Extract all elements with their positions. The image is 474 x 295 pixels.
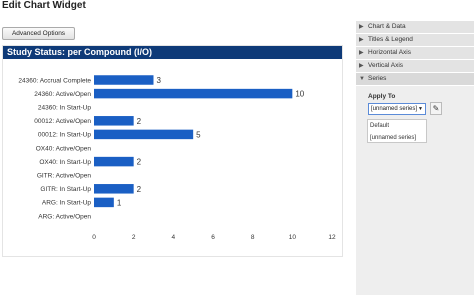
bar: [94, 184, 134, 194]
section-vertical-axis[interactable]: ▶ Vertical Axis: [356, 60, 474, 73]
chart-panel: Study Status: per Compound (I/O) 24360: …: [2, 45, 343, 257]
tick-label: 6: [211, 234, 215, 241]
category-label: OX40: Active/Open: [36, 145, 92, 152]
chevron-right-icon: ▶: [359, 24, 364, 30]
data-label: 2: [137, 117, 142, 126]
bar: [94, 88, 293, 99]
page-title: Edit Chart Widget: [2, 0, 86, 11]
section-label: Chart & Data: [368, 23, 406, 30]
data-label: 2: [137, 185, 142, 194]
dropdown-option-default[interactable]: Default: [368, 120, 426, 132]
series-settings: Apply To [unnamed series] ▼ ✎: [356, 86, 474, 115]
tick-label: 10: [289, 234, 297, 241]
bar: [94, 156, 134, 167]
category-label: GITR: Active/Open: [37, 173, 92, 180]
category-label: 24360: Accrual Complete: [18, 77, 91, 84]
tick-label: 12: [328, 234, 336, 241]
category-label: 24360: Active/Open: [34, 91, 91, 98]
category-label: 24360: In Start-Up: [38, 105, 91, 112]
apply-to-label: Apply To: [368, 93, 396, 100]
section-chart-data[interactable]: ▶ Chart & Data: [356, 21, 474, 34]
section-horizontal-axis[interactable]: ▶ Horizontal Axis: [356, 47, 474, 60]
apply-to-dropdown: Default [unnamed series]: [367, 119, 427, 143]
chevron-right-icon: ▶: [359, 50, 364, 56]
tick-label: 4: [172, 234, 176, 241]
category-label: 00012: In Start-Up: [38, 132, 91, 139]
bar: [94, 75, 154, 85]
section-titles-legend[interactable]: ▶ Titles & Legend: [356, 34, 474, 47]
chart-title: Study Status: per Compound (I/O): [3, 46, 342, 59]
category-label: GITR: In Start-Up: [40, 186, 91, 193]
section-label: Vertical Axis: [368, 62, 404, 69]
apply-to-select[interactable]: [unnamed series] ▼: [368, 103, 426, 115]
data-label: 1: [117, 198, 122, 207]
data-label: 2: [137, 158, 142, 167]
dropdown-caret-icon: ▼: [418, 106, 423, 112]
tick-label: 0: [92, 234, 96, 241]
pencil-icon: ✎: [432, 104, 440, 113]
tick-label: 2: [132, 234, 136, 241]
bar: [94, 129, 194, 140]
section-label: Horizontal Axis: [368, 49, 411, 56]
bar: [94, 197, 114, 208]
category-label: 00012: Active/Open: [34, 118, 91, 125]
bar: [94, 116, 134, 126]
dropdown-option-unnamed-series[interactable]: [unnamed series]: [368, 132, 426, 144]
apply-to-value: [unnamed series]: [371, 106, 418, 112]
chevron-down-icon: ▼: [359, 76, 365, 82]
tick-label: 8: [251, 234, 255, 241]
chevron-right-icon: ▶: [359, 63, 364, 69]
options-panel: ▶ Chart & Data ▶ Titles & Legend ▶ Horiz…: [356, 21, 474, 295]
category-label: ARG: In Start-Up: [42, 200, 92, 207]
section-label: Titles & Legend: [368, 36, 413, 43]
category-label: OX40: In Start-Up: [39, 159, 91, 166]
section-label: Series: [368, 75, 387, 82]
category-label: ARG: Active/Open: [38, 213, 91, 220]
data-label: 10: [295, 90, 304, 99]
data-label: 5: [196, 130, 201, 139]
bar-chart: 24360: Accrual Complete 3 24360: Active/Op…: [18, 75, 336, 241]
chevron-right-icon: ▶: [359, 37, 364, 43]
section-series[interactable]: ▼ Series: [356, 73, 474, 86]
advanced-options-button[interactable]: Advanced Options: [2, 27, 75, 40]
edit-series-button[interactable]: ✎: [430, 102, 442, 115]
data-label: 3: [157, 76, 162, 85]
